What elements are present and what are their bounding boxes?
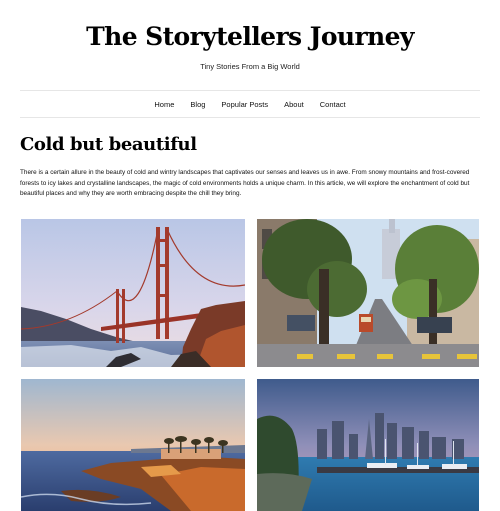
harbor-skyline-photo[interactable] [257,379,479,511]
nav-blog[interactable]: Blog [190,100,205,109]
golden-gate-bridge-photo[interactable] [21,219,245,367]
site-title[interactable]: The Storytellers Journey [0,20,500,54]
main-nav: Home Blog Popular Posts About Contact [20,90,480,118]
site-tagline: Tiny Stories From a Big World [200,62,300,71]
site-header: The Storytellers Journey Tiny Stories Fr… [0,0,500,71]
post-intro: There is a certain allure in the beauty … [20,169,470,197]
nav-popular-posts[interactable]: Popular Posts [221,100,268,109]
nav-contact[interactable]: Contact [320,100,346,109]
nav-about[interactable]: About [284,100,304,109]
city-street-cable-car-photo[interactable] [257,219,479,367]
rocky-coast-sunset-photo[interactable] [21,379,245,511]
post-title: Cold but beautiful [20,134,197,155]
nav-home[interactable]: Home [154,100,174,109]
